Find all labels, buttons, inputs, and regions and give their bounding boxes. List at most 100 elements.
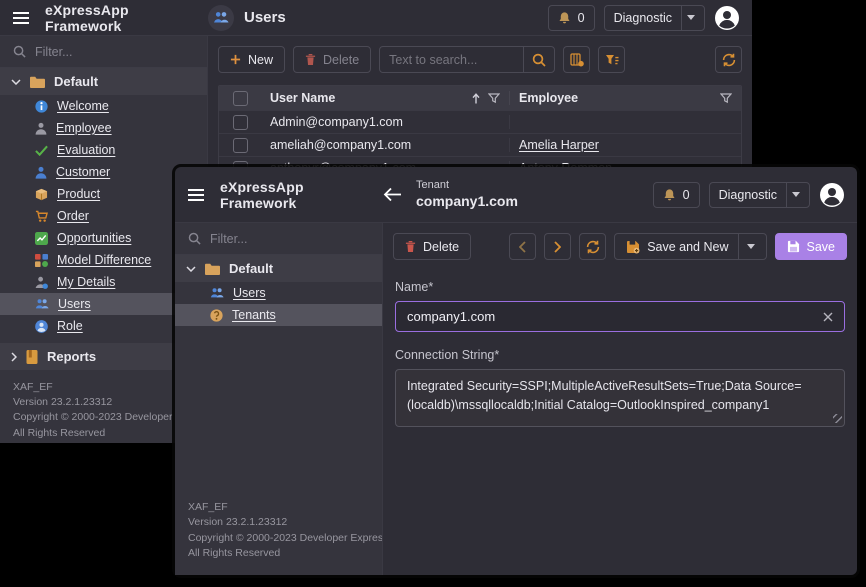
folder-icon bbox=[30, 76, 45, 88]
chevron-down-icon bbox=[687, 15, 695, 20]
table-row[interactable]: Admin@company1.com bbox=[219, 110, 741, 133]
detail-toolbar: Delete Save and New bbox=[393, 233, 847, 260]
column-header-user-name[interactable]: User Name bbox=[270, 91, 335, 105]
diagnostic-label: Diagnostic bbox=[719, 188, 777, 202]
chevron-down-icon bbox=[747, 244, 755, 249]
column-chooser-icon bbox=[570, 53, 584, 67]
order-icon bbox=[35, 210, 48, 223]
sidebar-item-welcome[interactable]: Welcome bbox=[0, 95, 207, 117]
chevron-right-icon bbox=[554, 241, 561, 253]
bell-icon bbox=[558, 11, 571, 25]
nav-group-default[interactable]: Default bbox=[175, 255, 382, 282]
check-icon bbox=[35, 145, 48, 156]
employee-link[interactable]: Amelia Harper bbox=[519, 138, 599, 152]
select-all-checkbox[interactable] bbox=[233, 91, 248, 106]
notifications-button[interactable]: 0 bbox=[653, 182, 700, 208]
customer-icon bbox=[35, 166, 47, 179]
notifications-button[interactable]: 0 bbox=[548, 5, 595, 31]
users-icon bbox=[210, 287, 224, 299]
plus-icon bbox=[230, 54, 241, 65]
my-details-icon bbox=[35, 276, 48, 289]
sort-ascending-icon[interactable] bbox=[472, 93, 480, 104]
tenant-form: Name* Connection String* Integrated Secu… bbox=[393, 260, 847, 427]
sidebar-item-evaluation[interactable]: Evaluation bbox=[0, 139, 207, 161]
list-toolbar: New Delete bbox=[218, 46, 742, 73]
sidebar-filter-input[interactable] bbox=[35, 45, 175, 59]
opportunities-icon bbox=[35, 232, 48, 245]
user-avatar[interactable] bbox=[714, 5, 740, 31]
refresh-button[interactable] bbox=[715, 46, 742, 73]
refresh-button[interactable] bbox=[579, 233, 606, 260]
sidebar-filter bbox=[0, 36, 207, 68]
diagnostic-label: Diagnostic bbox=[614, 11, 672, 25]
connection-string-field[interactable]: Integrated Security=SSPI;MultipleActiveR… bbox=[395, 369, 845, 427]
save-and-new-dropdown[interactable] bbox=[738, 234, 755, 259]
tenant-detail-content: Delete Save and New bbox=[383, 223, 857, 575]
search-icon[interactable] bbox=[524, 47, 554, 72]
next-record-button[interactable] bbox=[544, 233, 571, 260]
filter-funnel-icon[interactable] bbox=[720, 93, 732, 104]
filter-menu-icon bbox=[605, 54, 619, 66]
tenant-icon bbox=[210, 309, 223, 322]
chevron-down-icon bbox=[792, 192, 800, 197]
delete-button[interactable]: Delete bbox=[293, 46, 371, 73]
employee-icon bbox=[35, 122, 47, 135]
users-grid: User Name Employee Admin@company1.com bbox=[218, 85, 742, 180]
sidebar-filter-input[interactable] bbox=[210, 232, 350, 246]
front-sidebar: Default Users Tenants XAF_EF Version 23.… bbox=[175, 223, 383, 575]
bell-icon bbox=[663, 188, 676, 202]
diagnostic-dropdown[interactable]: Diagnostic bbox=[604, 5, 705, 31]
resize-handle[interactable] bbox=[833, 414, 842, 423]
save-icon bbox=[787, 240, 800, 253]
app-title: eXpressApp Framework bbox=[45, 2, 208, 34]
table-row[interactable]: ameliah@company1.com Amelia Harper bbox=[219, 133, 741, 156]
sidebar-item-users[interactable]: Users bbox=[175, 282, 382, 304]
search-box bbox=[379, 46, 555, 73]
search-icon bbox=[188, 232, 201, 245]
trash-icon bbox=[405, 240, 416, 253]
row-checkbox[interactable] bbox=[233, 138, 248, 153]
sidebar-item-tenants[interactable]: Tenants bbox=[175, 304, 382, 326]
column-chooser-button[interactable] bbox=[563, 46, 590, 73]
menu-icon[interactable] bbox=[187, 188, 205, 202]
clear-icon[interactable] bbox=[823, 312, 833, 322]
sidebar-item-employee[interactable]: Employee bbox=[0, 117, 207, 139]
front-titlebar: eXpressApp Framework Tenant company1.com… bbox=[175, 167, 857, 223]
row-checkbox[interactable] bbox=[233, 115, 248, 130]
new-button[interactable]: New bbox=[218, 46, 285, 73]
save-and-new-button[interactable]: Save and New bbox=[614, 233, 766, 260]
delete-button[interactable]: Delete bbox=[393, 233, 471, 260]
diagnostic-dropdown[interactable]: Diagnostic bbox=[709, 182, 810, 208]
object-title: company1.com bbox=[416, 193, 518, 211]
filter-funnel-icon[interactable] bbox=[488, 93, 500, 104]
notifications-count: 0 bbox=[683, 188, 690, 202]
tenant-detail-window: eXpressApp Framework Tenant company1.com… bbox=[175, 167, 857, 575]
user-avatar[interactable] bbox=[819, 182, 845, 208]
users-icon bbox=[35, 298, 49, 310]
info-icon bbox=[35, 100, 48, 113]
version-info: XAF_EF Version 23.2.1.23312 Copyright © … bbox=[175, 490, 382, 575]
menu-icon[interactable] bbox=[12, 11, 30, 25]
model-difference-icon bbox=[35, 254, 48, 267]
name-field-label: Name* bbox=[395, 280, 845, 294]
chevron-down-icon bbox=[11, 79, 21, 85]
name-field[interactable] bbox=[407, 309, 823, 324]
filter-editor-button[interactable] bbox=[598, 46, 625, 73]
chevron-left-icon bbox=[519, 241, 526, 253]
sidebar-filter bbox=[175, 223, 382, 255]
refresh-icon bbox=[722, 53, 736, 67]
chevron-right-icon bbox=[11, 352, 17, 362]
chevron-down-icon bbox=[186, 266, 196, 272]
column-header-employee[interactable]: Employee bbox=[519, 91, 578, 105]
search-icon bbox=[13, 45, 26, 58]
connection-string-label: Connection String* bbox=[395, 348, 845, 362]
app-title: eXpressApp Framework bbox=[220, 179, 383, 211]
back-arrow-icon[interactable] bbox=[383, 187, 402, 202]
folder-icon bbox=[205, 263, 220, 275]
nav-group-default[interactable]: Default bbox=[0, 68, 207, 95]
previous-record-button[interactable] bbox=[509, 233, 536, 260]
product-icon bbox=[35, 188, 48, 201]
save-button[interactable]: Save bbox=[775, 233, 848, 260]
users-icon bbox=[208, 5, 234, 31]
search-input[interactable] bbox=[380, 53, 523, 67]
